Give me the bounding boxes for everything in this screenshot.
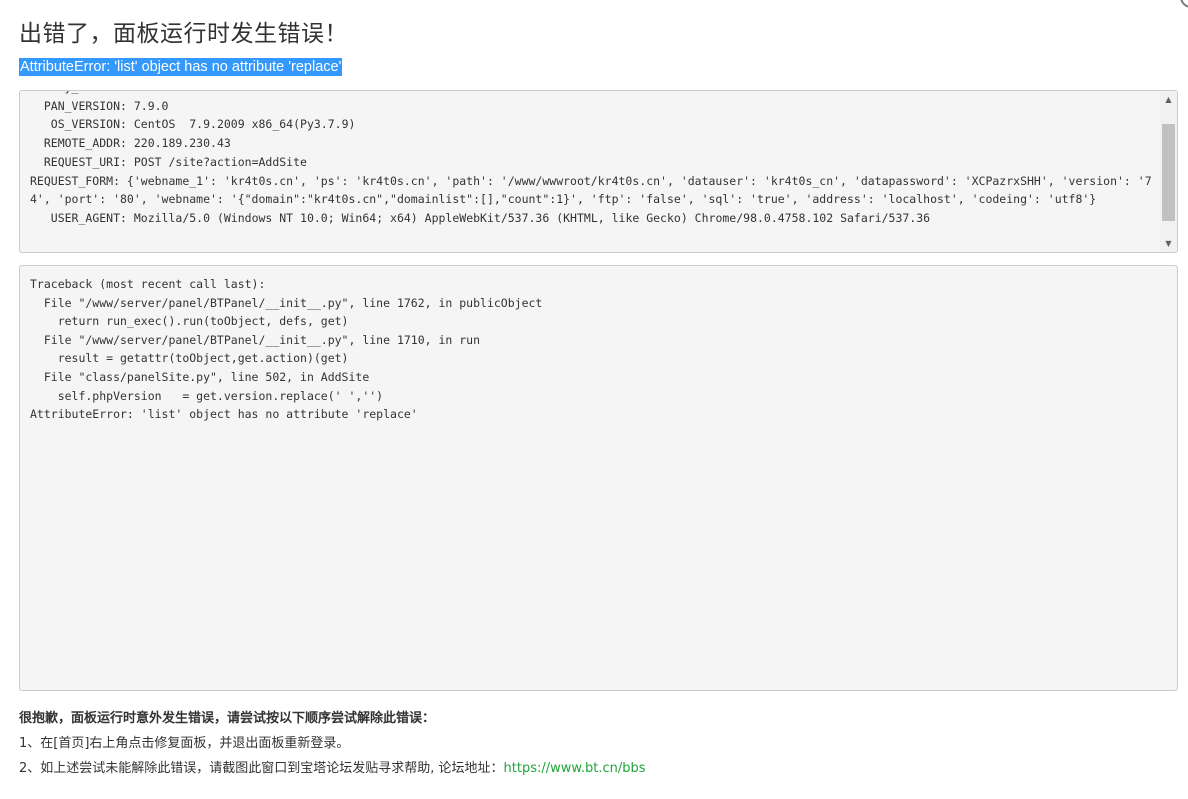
window-corner-decoration: [1180, 0, 1188, 8]
help-step-1: 1、在[首页]右上角点击修复面板，并退出面板重新登录。: [19, 736, 350, 751]
request-info-text: Py_ENV: ... PAN_VERSION: 7.9.0 OS_VERSIO…: [30, 91, 1152, 225]
scroll-down-arrow-icon[interactable]: ▼: [1160, 235, 1177, 252]
page-title: 出错了，面板运行时发生错误！: [19, 21, 348, 47]
traceback-panel[interactable]: Traceback (most recent call last): File …: [19, 265, 1178, 691]
help-section: 很抱歉，面板运行时意外发生错误，请尝试按以下顺序尝试解除此错误： 1、在[首页]…: [19, 709, 646, 779]
traceback-text: Traceback (most recent call last): File …: [30, 277, 543, 422]
error-message: AttributeError: 'list' object has no att…: [19, 58, 343, 76]
help-step-2: 2、如上述尝试未能解除此错误，请截图此窗口到宝塔论坛发贴寻求帮助, 论坛地址：h…: [19, 759, 646, 779]
scroll-up-arrow-icon[interactable]: ▲: [1160, 91, 1177, 108]
scrollbar-thumb[interactable]: [1162, 124, 1175, 221]
request-info-scrollbar[interactable]: ▲ ▼: [1160, 91, 1177, 252]
help-heading: 很抱歉，面板运行时意外发生错误，请尝试按以下顺序尝试解除此错误：: [19, 711, 436, 726]
request-info-panel[interactable]: Py_ENV: ... PAN_VERSION: 7.9.0 OS_VERSIO…: [19, 90, 1178, 253]
forum-link[interactable]: https://www.bt.cn/bbs: [504, 761, 646, 776]
help-step-2-text: 2、如上述尝试未能解除此错误，请截图此窗口到宝塔论坛发贴寻求帮助, 论坛地址：: [19, 761, 504, 776]
